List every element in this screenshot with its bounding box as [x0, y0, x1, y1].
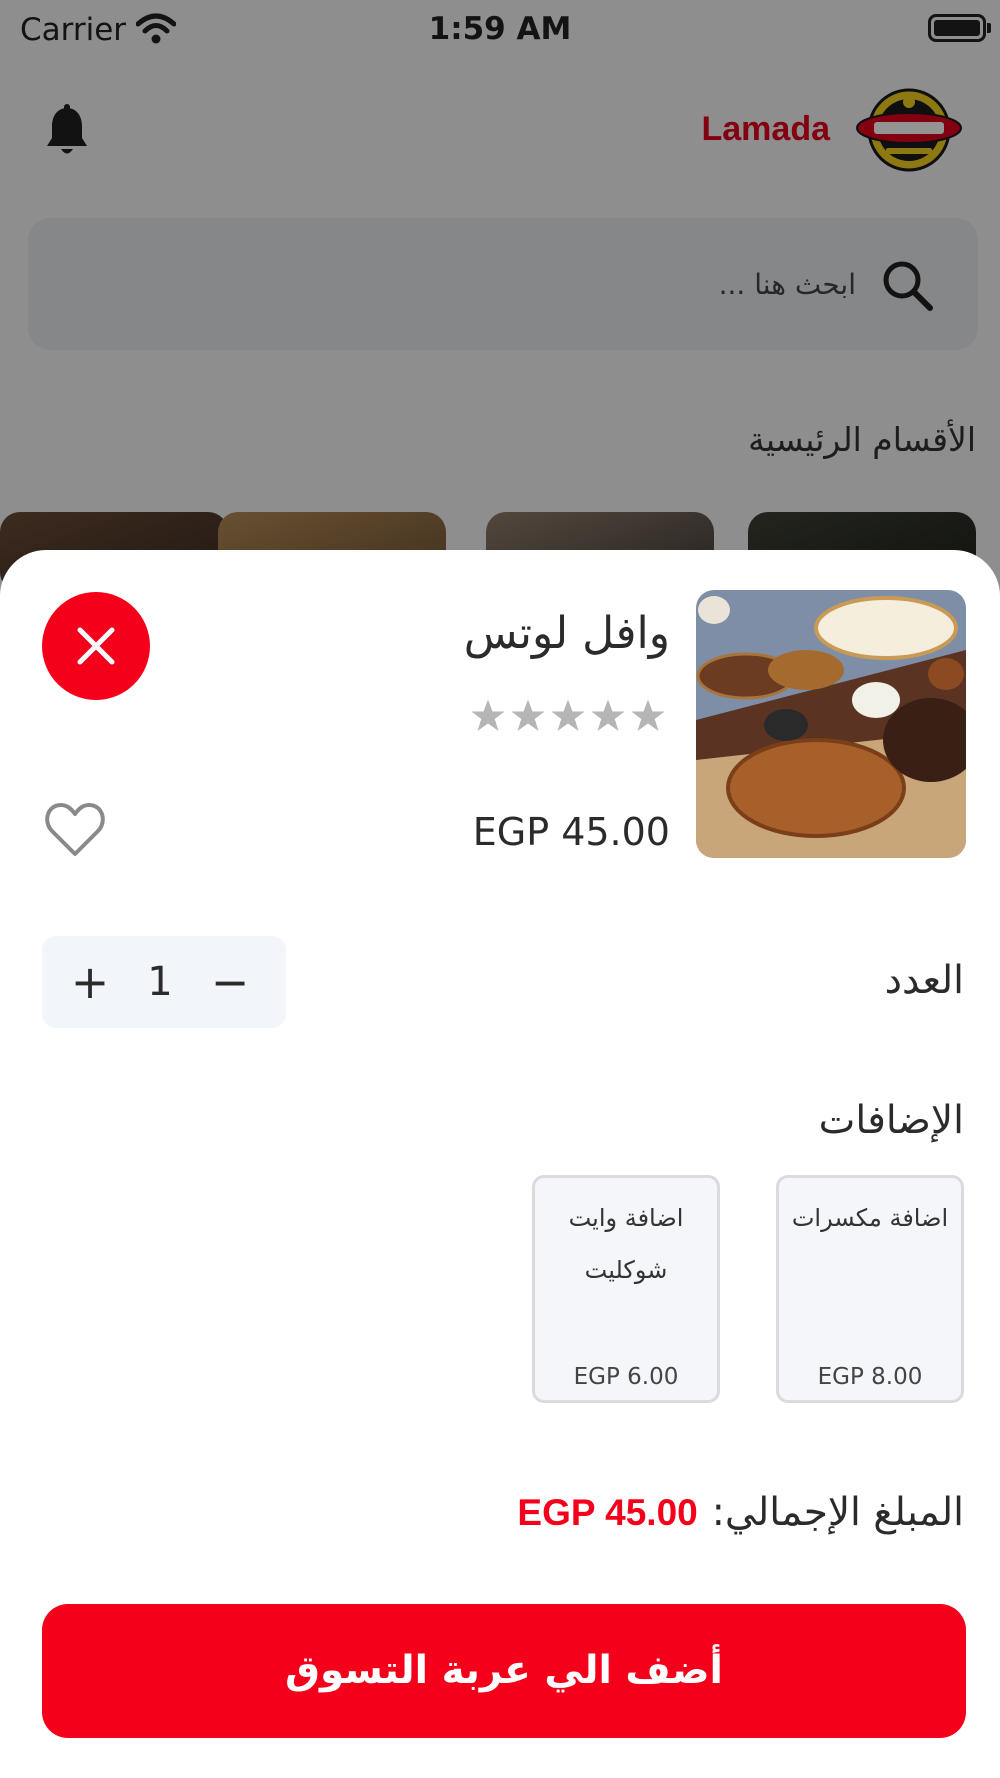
addons-title: الإضافات [818, 1098, 964, 1143]
quantity-stepper: + 1 − [42, 936, 286, 1028]
total-row: المبلغ الإجمالي: EGP 45.00 [517, 1490, 964, 1535]
close-icon [77, 627, 115, 665]
total-value: EGP 45.00 [517, 1492, 698, 1533]
addon-card-white-chocolate[interactable]: اضافة وايت شوكليت EGP 6.00 [532, 1175, 720, 1403]
star-icon[interactable] [630, 698, 666, 734]
product-image [696, 590, 966, 858]
heart-icon[interactable] [44, 800, 106, 858]
decrement-button[interactable]: − [206, 958, 254, 1006]
product-price: EGP 45.00 [472, 810, 670, 854]
close-button[interactable] [42, 592, 150, 700]
product-sheet: وافل لوتس EGP 45.00 العدد + 1 − الإضافات… [0, 550, 1000, 1778]
star-icon[interactable] [510, 698, 546, 734]
increment-button[interactable]: + [68, 958, 112, 1006]
product-name: وافل لوتس [463, 608, 670, 659]
star-icon[interactable] [590, 698, 626, 734]
addon-card-nuts[interactable]: اضافة مكسرات EGP 8.00 [776, 1175, 964, 1403]
star-rating[interactable] [470, 698, 670, 738]
addon-price: EGP 8.00 [817, 1364, 923, 1390]
add-to-cart-label: أضف الي عربة التسوق [285, 1648, 723, 1693]
addon-name: اضافة وايت شوكليت [568, 1204, 684, 1284]
star-icon[interactable] [550, 698, 586, 734]
quantity-value: 1 [147, 959, 173, 1005]
addon-name: اضافة مكسرات [791, 1204, 949, 1232]
quantity-label: العدد [884, 958, 964, 1003]
add-to-cart-button[interactable]: أضف الي عربة التسوق [42, 1604, 966, 1738]
total-label: المبلغ الإجمالي: [711, 1490, 964, 1535]
addon-price: EGP 6.00 [573, 1364, 679, 1390]
star-icon[interactable] [470, 698, 506, 734]
